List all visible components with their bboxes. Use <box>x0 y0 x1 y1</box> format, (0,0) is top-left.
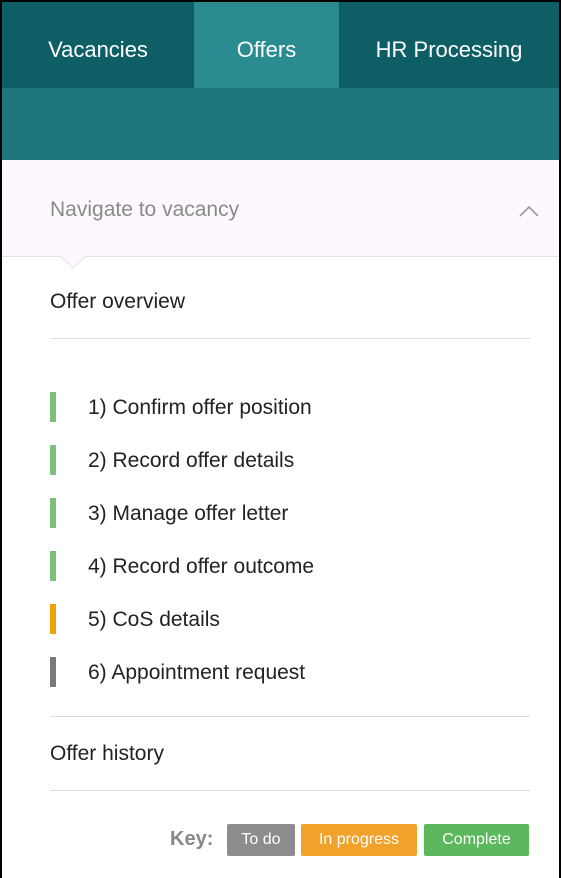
key-badge-todo: To do <box>227 824 295 856</box>
tab-offers[interactable]: Offers <box>194 2 339 88</box>
key-badge-in-progress: In progress <box>301 824 417 856</box>
step-cos-details[interactable]: 5) CoS details <box>50 604 530 638</box>
step-record-offer-outcome[interactable]: 4) Record offer outcome <box>50 551 530 585</box>
tab-hr-processing[interactable]: HR Processing <box>339 2 559 88</box>
status-indicator-complete <box>50 392 56 422</box>
chevron-up-icon <box>519 205 539 217</box>
pointer-notch <box>60 256 86 269</box>
step-label: 6) Appointment request <box>88 661 306 684</box>
status-indicator-complete <box>50 551 56 581</box>
divider <box>50 338 530 339</box>
offer-overview-link[interactable]: Offer overview <box>50 290 185 314</box>
step-appointment-request[interactable]: 6) Appointment request <box>50 657 530 691</box>
status-indicator-in-progress <box>50 604 56 634</box>
status-indicator-complete <box>50 445 56 475</box>
tab-vacancies[interactable]: Vacancies <box>2 2 194 88</box>
key-label: Key: <box>170 828 214 850</box>
divider <box>50 716 530 717</box>
navigate-to-vacancy-toggle[interactable]: Navigate to vacancy <box>2 160 559 257</box>
step-confirm-offer-position[interactable]: 1) Confirm offer position <box>50 392 530 426</box>
step-label: 1) Confirm offer position <box>88 396 312 419</box>
navigate-to-vacancy-label: Navigate to vacancy <box>50 198 240 221</box>
step-manage-offer-letter[interactable]: 3) Manage offer letter <box>50 498 530 532</box>
step-label: 2) Record offer details <box>88 449 295 472</box>
top-navigation: Vacancies Offers HR Processing <box>2 2 559 88</box>
step-label: 5) CoS details <box>88 608 220 631</box>
offer-history-link[interactable]: Offer history <box>50 742 164 766</box>
step-label: 4) Record offer outcome <box>88 555 315 578</box>
app-frame: Vacancies Offers HR Processing Navigate … <box>0 0 561 878</box>
divider <box>50 790 530 791</box>
status-indicator-complete <box>50 498 56 528</box>
step-label: 3) Manage offer letter <box>88 502 289 525</box>
key-badge-complete: Complete <box>424 824 529 856</box>
status-indicator-todo <box>50 657 56 687</box>
sub-navigation-bar <box>2 88 559 160</box>
step-record-offer-details[interactable]: 2) Record offer details <box>50 445 530 479</box>
